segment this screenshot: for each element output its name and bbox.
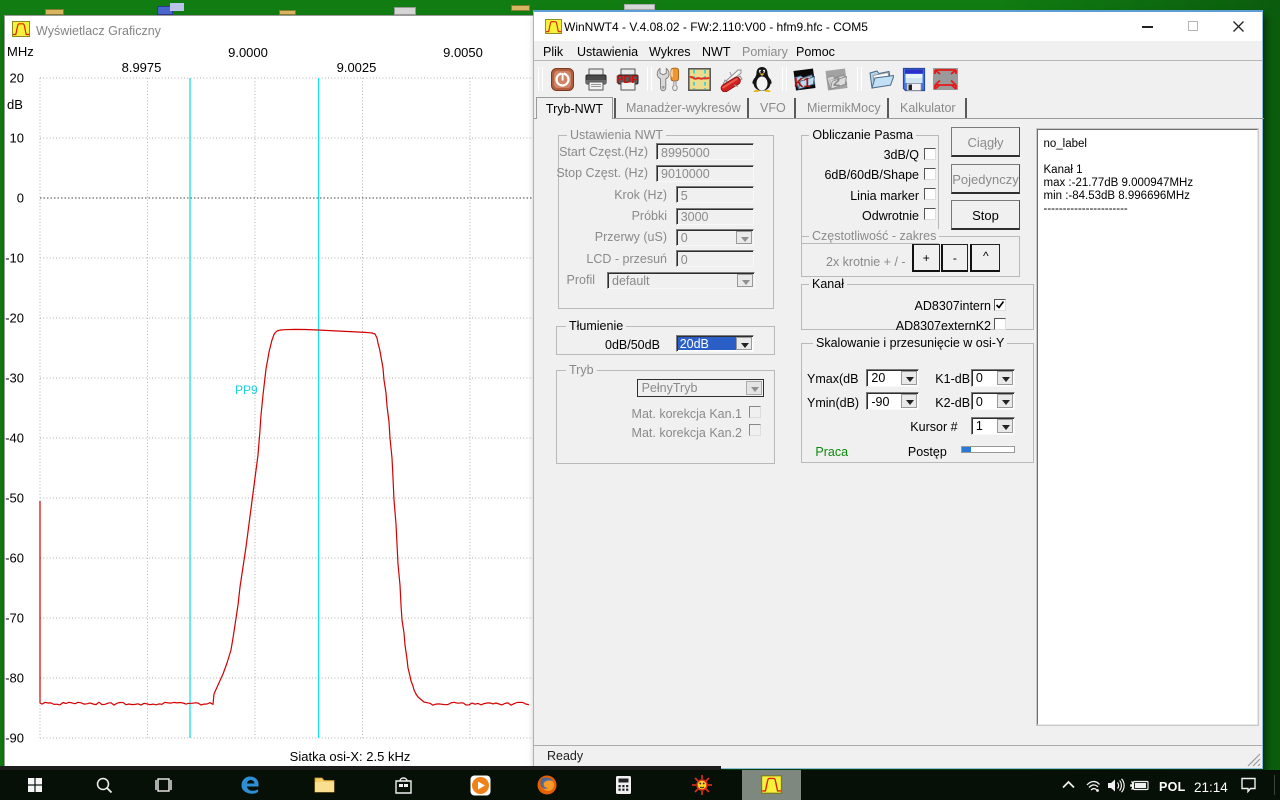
svg-text:-80: -80 (5, 671, 24, 686)
svg-text:-60: -60 (5, 551, 24, 566)
svg-text:-50: -50 (5, 491, 24, 506)
svg-text:PP9: PP9 (235, 383, 258, 397)
svg-text:-40: -40 (5, 431, 24, 446)
svg-text:10: 10 (10, 131, 24, 146)
svg-text:dB: dB (7, 97, 23, 112)
svg-text:9.0025: 9.0025 (337, 60, 377, 75)
svg-text:-70: -70 (5, 611, 24, 626)
svg-text:-90: -90 (5, 731, 24, 746)
svg-text:20: 20 (10, 71, 24, 86)
svg-text:K1: K1 (794, 75, 811, 90)
svg-text:-10: -10 (5, 251, 24, 266)
svg-text:9.0050: 9.0050 (443, 45, 483, 60)
svg-text:-30: -30 (5, 371, 24, 386)
svg-text:0: 0 (17, 191, 24, 206)
svg-text:PDF: PDF (616, 74, 638, 86)
svg-text:MHz: MHz (7, 44, 34, 59)
svg-text:9.0000: 9.0000 (228, 45, 268, 60)
svg-text:Siatka osi-X: 2.5 kHz: Siatka osi-X: 2.5 kHz (290, 749, 411, 764)
svg-text:2: 2 (833, 74, 840, 89)
svg-text:-20: -20 (5, 311, 24, 326)
svg-text:8.9975: 8.9975 (122, 60, 162, 75)
